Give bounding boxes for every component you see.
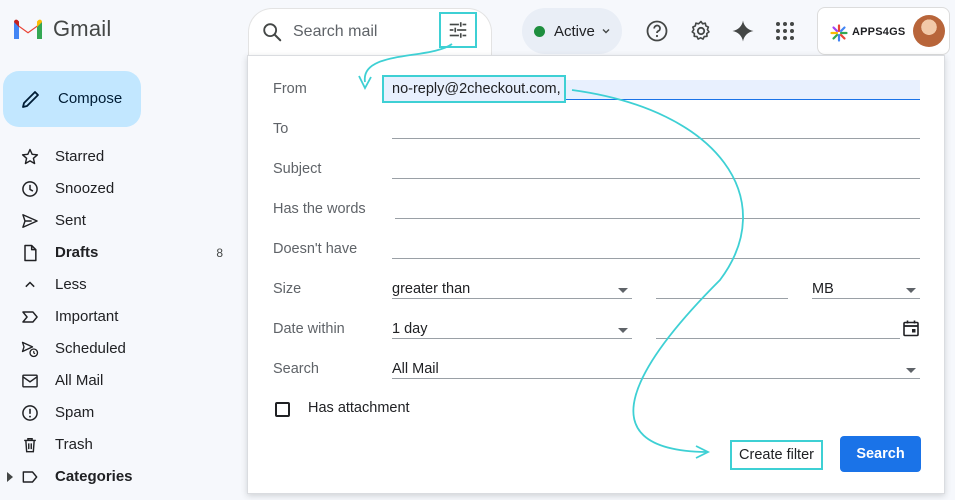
sidebar-item-label: Starred: [55, 148, 105, 165]
search-icon[interactable]: [261, 21, 283, 43]
settings-icon[interactable]: [689, 19, 713, 43]
gemini-spark-icon[interactable]: [731, 19, 755, 43]
show-search-options-button[interactable]: [439, 12, 477, 48]
sidebar-item-label: Spam: [55, 404, 95, 421]
important-icon: [22, 311, 38, 323]
to-field[interactable]: [392, 138, 920, 139]
size-unit-value: MB: [812, 281, 834, 297]
sidebar-item-label: Trash: [55, 436, 93, 453]
star-icon: [21, 148, 39, 165]
from-value-highlight[interactable]: no-reply@2checkout.com,: [382, 75, 566, 103]
has-attachment-label[interactable]: Has attachment: [308, 400, 410, 416]
sidebar-item-all-mail[interactable]: All Mail: [0, 365, 240, 397]
sidebar-item-label: Less: [55, 276, 87, 293]
search-input[interactable]: Search mail: [293, 23, 377, 41]
spam-icon: [22, 405, 38, 421]
sidebar-item-label: Drafts: [55, 244, 99, 261]
size-value-field[interactable]: [656, 298, 788, 299]
from-label: From: [273, 81, 307, 97]
calendar-icon[interactable]: [902, 319, 920, 337]
date-within-underline: [392, 338, 632, 339]
sidebar-item-label: Snoozed: [55, 180, 115, 197]
has-words-field[interactable]: [395, 218, 920, 219]
trash-icon: [24, 438, 36, 453]
scheduled-icon: [21, 341, 39, 358]
compose-button[interactable]: Compose: [3, 71, 141, 127]
size-label: Size: [273, 281, 302, 297]
create-filter-button[interactable]: Create filter: [730, 440, 823, 470]
dropdown-arrow-icon: [618, 288, 628, 293]
size-unit-underline: [812, 298, 920, 299]
chevron-down-icon: [602, 29, 610, 34]
sidebar-item-label: All Mail: [55, 372, 104, 389]
gmail-m-icon: [14, 19, 42, 39]
drafts-count: 8: [216, 246, 223, 260]
search-mail-box[interactable]: Search mail: [248, 8, 492, 56]
sidebar-item-label: Scheduled: [55, 340, 126, 357]
tune-icon: [449, 22, 467, 38]
subject-label: Subject: [273, 161, 322, 177]
pencil-icon: [22, 91, 39, 108]
search-button[interactable]: Search: [840, 436, 921, 472]
gmail-wordmark: Gmail: [53, 16, 112, 41]
has-words-label: Has the words: [273, 201, 366, 217]
sidebar-item-categories[interactable]: Categories: [0, 461, 240, 493]
to-label: To: [273, 121, 289, 137]
sidebar-item-trash[interactable]: Trash: [0, 429, 240, 461]
apps4gs-logo-icon: [830, 24, 848, 42]
sidebar-item-scheduled[interactable]: Scheduled: [0, 333, 240, 365]
sidebar-item-label: Categories: [55, 468, 133, 485]
sidebar-item-starred[interactable]: Starred: [0, 141, 240, 173]
date-within-value: 1 day: [392, 321, 428, 337]
status-dot: [534, 25, 545, 37]
sidebar-item-snoozed[interactable]: Snoozed: [0, 173, 240, 205]
chevron-up-icon: [25, 281, 35, 288]
search-options-panel: From no-reply@2checkout.com, To Subject …: [247, 55, 945, 494]
date-field[interactable]: [656, 338, 900, 339]
status-label: Active: [554, 22, 595, 40]
sidebar-item-sent[interactable]: Sent: [0, 205, 240, 237]
sidebar-item-important[interactable]: Important: [0, 301, 240, 333]
from-value: no-reply@2checkout.com,: [392, 81, 561, 97]
gmail-logo[interactable]: Gmail: [12, 16, 111, 42]
dropdown-arrow-icon: [618, 328, 628, 333]
dropdown-arrow-icon: [906, 288, 916, 293]
doesnt-have-field[interactable]: [392, 258, 920, 259]
size-operator-value: greater than: [392, 281, 471, 297]
compose-label: Compose: [58, 90, 123, 107]
sidebar-item-spam[interactable]: Spam: [0, 397, 240, 429]
help-icon[interactable]: [645, 19, 669, 43]
subject-field[interactable]: [392, 178, 920, 179]
date-within-label: Date within: [273, 321, 345, 337]
apps-grid-icon[interactable]: [773, 19, 797, 43]
status-selector[interactable]: Active: [522, 8, 622, 54]
send-icon: [22, 214, 38, 228]
sidebar-item-less[interactable]: Less: [0, 269, 240, 301]
account-switcher[interactable]: APPS4GS: [817, 7, 950, 55]
draft-icon: [24, 244, 37, 262]
search-scope-value: All Mail: [392, 361, 439, 377]
expand-caret-icon[interactable]: [6, 472, 14, 482]
size-operator-underline: [392, 298, 632, 299]
avatar[interactable]: [913, 15, 945, 47]
all-mail-icon: [22, 374, 38, 388]
search-scope-underline: [392, 378, 920, 379]
sidebar-item-label: Important: [55, 308, 119, 325]
doesnt-have-label: Doesn't have: [273, 241, 358, 257]
dropdown-arrow-icon: [906, 368, 916, 373]
has-attachment-checkbox[interactable]: [275, 402, 290, 417]
clock-icon: [22, 181, 38, 197]
account-name: APPS4GS: [852, 26, 906, 38]
sidebar-item-drafts[interactable]: Drafts 8: [0, 237, 240, 269]
label-icon: [22, 471, 38, 483]
search-scope-label: Search: [273, 361, 319, 377]
sidebar-item-label: Sent: [55, 212, 86, 229]
